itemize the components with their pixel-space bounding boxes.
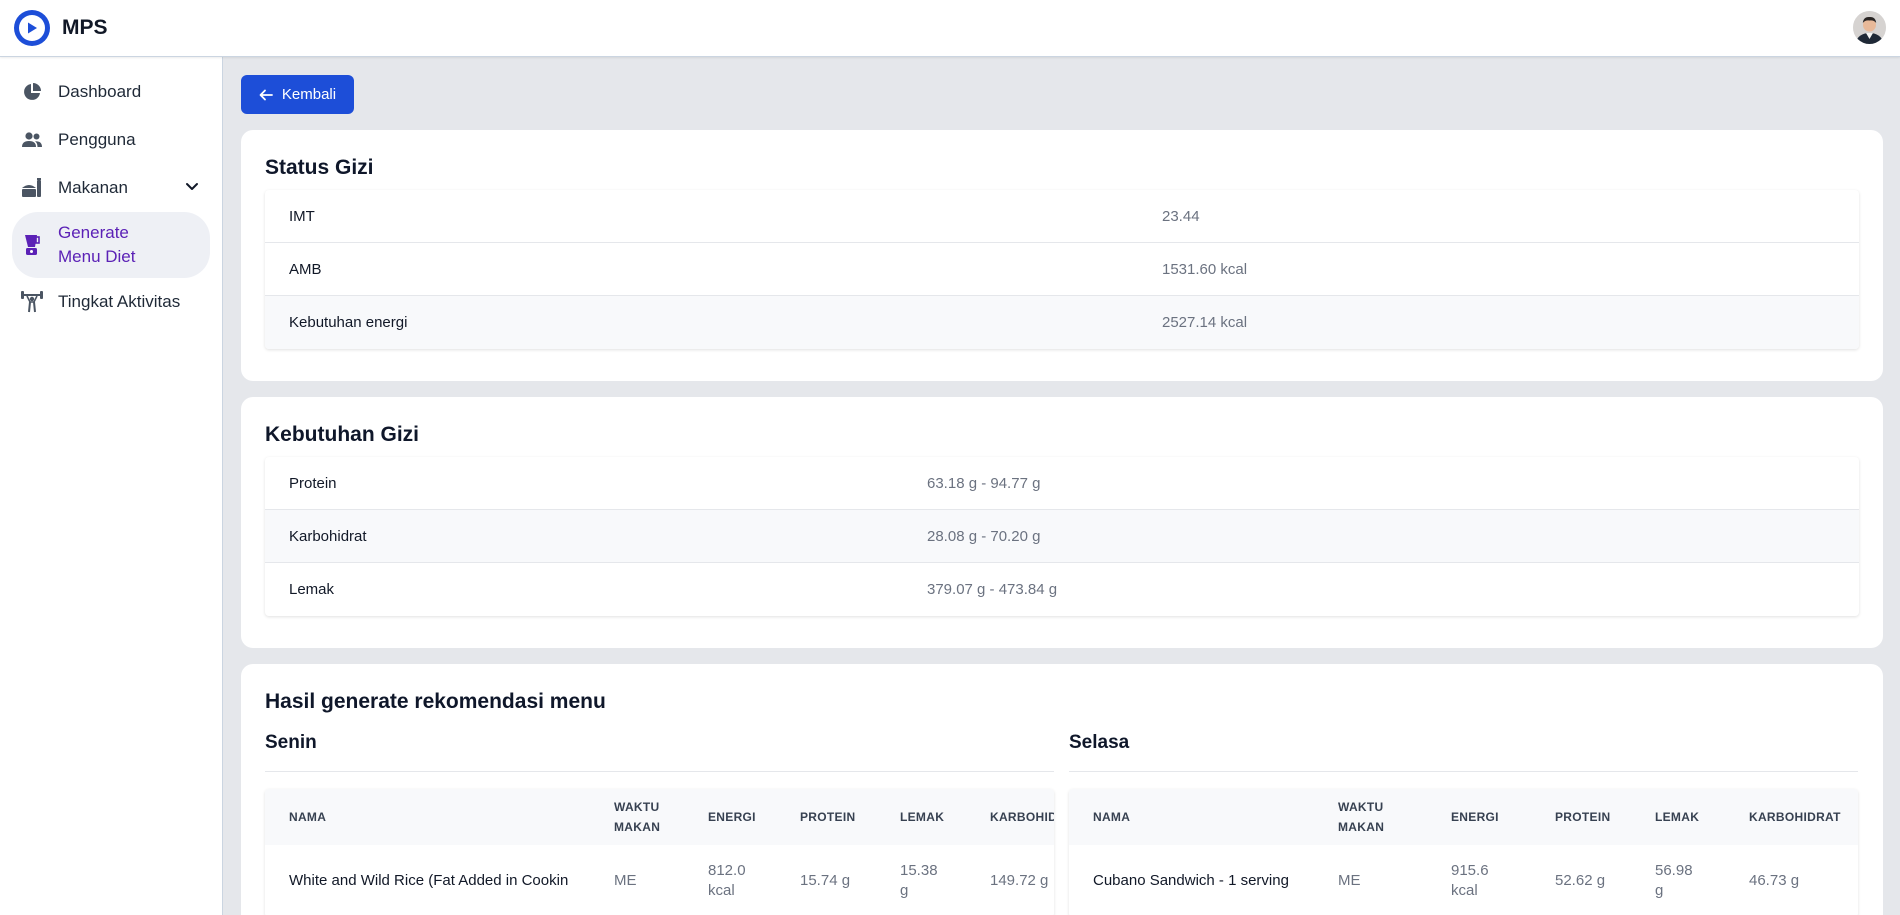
sidebar-item-generate-menu-diet[interactable]: Generate Menu Diet (12, 212, 210, 278)
menu-recommendation-card: Hasil generate rekomendasi menu Senin NA… (241, 664, 1883, 915)
back-button[interactable]: Kembali (241, 75, 354, 114)
pie-chart-icon (20, 80, 44, 104)
top-bar: MPS (0, 0, 1900, 57)
fat-value: 56.98 g (1655, 862, 1693, 899)
sidebar-item-tingkat-aktivitas[interactable]: Tingkat Aktivitas (12, 278, 210, 326)
table-row: White and Wild Rice (Fat Added in Cookin… (265, 845, 1054, 915)
table-row: Cubano Sandwich - 1 serving ME 915.6 kca… (1069, 845, 1858, 915)
food-icon (20, 176, 44, 200)
food-name: White and Wild Rice (Fat Added in Cookin (289, 872, 569, 889)
row-value: 28.08 g - 70.20 g (927, 527, 1041, 545)
row-label: Lemak (289, 581, 335, 598)
column-header: WAKTU MAKAN (614, 800, 661, 834)
table-row: Protein 63.18 g - 94.77 g (265, 457, 1859, 510)
day-selasa: Selasa NAMA WAKTU MAKAN ENERGI PROTEIN L… (1069, 732, 1858, 915)
sidebar-item-label: Tingkat Aktivitas (58, 292, 181, 311)
day-title: Senin (265, 732, 1054, 772)
energy-value: 812.0 kcal (708, 862, 746, 899)
column-header: KARBOHIDRAT (1749, 810, 1841, 824)
table-row: Karbohidrat 28.08 g - 70.20 g (265, 510, 1859, 563)
column-header: NAMA (1093, 810, 1131, 824)
sidebar-item-pengguna[interactable]: Pengguna (12, 116, 210, 164)
energy-value: 915.6 kcal (1451, 862, 1489, 899)
row-label: IMT (289, 207, 315, 225)
user-avatar[interactable] (1853, 11, 1886, 44)
row-value: 2527.14 kcal (1162, 314, 1248, 331)
sidebar-item-label: Dashboard (58, 82, 142, 101)
row-label: Protein (289, 474, 337, 492)
row-label: Karbohidrat (289, 527, 367, 545)
column-header: ENERGI (1451, 810, 1499, 824)
row-value: 379.07 g - 473.84 g (927, 581, 1058, 598)
column-header: LEMAK (900, 810, 945, 824)
status-gizi-title: Status Gizi (265, 156, 374, 179)
carb-value: 46.73 g (1749, 872, 1800, 889)
sidebar: Dashboard Pengguna Makanan Generate Menu… (0, 57, 223, 915)
meal-time: ME (614, 872, 637, 889)
sidebar-item-makanan[interactable]: Makanan (12, 164, 210, 212)
column-header: NAMA (289, 810, 327, 824)
protein-value: 15.74 g (800, 872, 851, 889)
row-value: 23.44 (1162, 207, 1200, 225)
day-title: Selasa (1069, 732, 1858, 772)
carb-value: 149.72 g (990, 872, 1049, 889)
column-header: WAKTU MAKAN (1338, 800, 1385, 834)
menu-table: NAMA WAKTU MAKAN ENERGI PROTEIN LEMAK KA… (265, 789, 1054, 915)
table-row: IMT 23.44 (265, 190, 1859, 243)
fat-value: 15.38 g (900, 862, 938, 899)
back-button-label: Kembali (281, 86, 337, 103)
sidebar-item-label: Makanan (58, 178, 128, 197)
column-header: ENERGI (708, 810, 756, 824)
meal-time: ME (1338, 872, 1361, 889)
blender-icon (20, 233, 44, 257)
kebutuhan-gizi-title: Kebutuhan Gizi (265, 423, 419, 446)
row-label: Kebutuhan energi (289, 314, 408, 331)
row-value: 1531.60 kcal (1162, 260, 1248, 278)
kebutuhan-gizi-table: Protein 63.18 g - 94.77 g Karbohidrat 28… (265, 457, 1859, 616)
column-header: PROTEIN (1555, 810, 1611, 824)
menu-table: NAMA WAKTU MAKAN ENERGI PROTEIN LEMAK KA… (1069, 789, 1858, 915)
menu-title: Hasil generate rekomendasi menu (265, 690, 606, 713)
row-label: AMB (289, 260, 322, 278)
row-value: 63.18 g - 94.77 g (927, 474, 1041, 492)
status-gizi-table: IMT 23.44 AMB 1531.60 kcal Kebutuhan ene… (265, 190, 1859, 349)
chevron-down-icon[interactable] (184, 178, 200, 199)
sidebar-item-label: Generate Menu Diet (58, 223, 136, 266)
sidebar-item-label: Pengguna (58, 130, 136, 149)
table-header: NAMA WAKTU MAKAN ENERGI PROTEIN LEMAK KA… (1069, 789, 1858, 845)
sidebar-item-dashboard[interactable]: Dashboard (12, 68, 210, 116)
column-header: KARBOHIDRAT (990, 810, 1054, 824)
column-header: PROTEIN (800, 810, 856, 824)
table-header: NAMA WAKTU MAKAN ENERGI PROTEIN LEMAK KA… (265, 789, 1054, 845)
kebutuhan-gizi-card: Kebutuhan Gizi Protein 63.18 g - 94.77 g… (241, 397, 1883, 648)
table-row: Kebutuhan energi 2527.14 kcal (265, 296, 1859, 349)
food-name: Cubano Sandwich - 1 serving (1093, 872, 1289, 889)
app-logo-icon[interactable] (14, 10, 50, 46)
weightlifting-icon (20, 290, 44, 314)
protein-value: 52.62 g (1555, 872, 1606, 889)
arrow-left-icon (259, 88, 273, 102)
table-row: Lemak 379.07 g - 473.84 g (265, 563, 1859, 616)
column-header: LEMAK (1655, 810, 1700, 824)
status-gizi-card: Status Gizi IMT 23.44 AMB 1531.60 kcal K… (241, 130, 1883, 381)
day-senin: Senin NAMA WAKTU MAKAN ENERGI PROTEIN LE… (265, 732, 1054, 915)
app-name: MPS (62, 16, 108, 39)
users-icon (20, 128, 44, 152)
table-row: AMB 1531.60 kcal (265, 243, 1859, 296)
